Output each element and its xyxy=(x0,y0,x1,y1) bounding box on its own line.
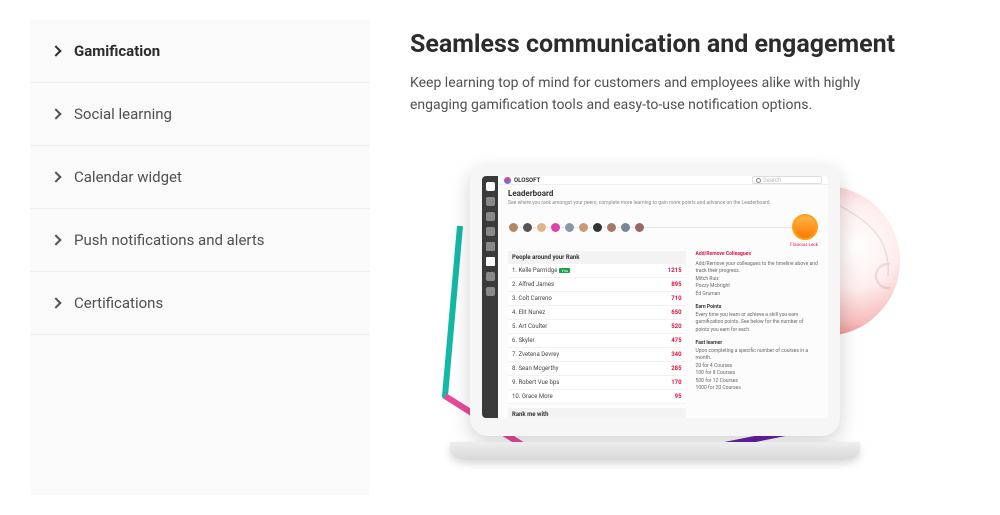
leaderboard-avatar-strip xyxy=(508,214,818,240)
sidebar-item-label: Calendar widget xyxy=(74,168,182,186)
sidebar-item-label: Gamification xyxy=(74,42,160,60)
table-row[interactable]: 4. Elit Nunez 650 xyxy=(508,306,686,320)
logo-mark-icon xyxy=(504,177,511,184)
rank-name: 4. Elit Nunez xyxy=(512,309,545,316)
rail-leaderboard-icon[interactable] xyxy=(486,257,495,266)
avatar[interactable] xyxy=(578,222,589,233)
points-value: 95 xyxy=(675,393,682,400)
table-row[interactable]: 3. Colt Carreno 710 xyxy=(508,292,686,306)
laptop-base xyxy=(450,442,860,460)
avatar[interactable] xyxy=(522,222,533,233)
table-header: People around your Rank xyxy=(508,251,686,264)
brand-logo: OLOSOFT xyxy=(504,177,540,184)
you-badge: You xyxy=(559,268,570,273)
avatar[interactable] xyxy=(634,222,645,233)
points-value: 520 xyxy=(671,323,681,330)
sidebar-item-label: Push notifications and alerts xyxy=(74,231,265,249)
table-row[interactable]: 2. Alfred James 895 xyxy=(508,278,686,292)
app-nav-rail xyxy=(482,176,498,418)
rail-refresh-icon[interactable] xyxy=(486,227,495,236)
rank-name: 10. Grace More xyxy=(512,393,553,400)
points-value: 475 xyxy=(671,337,681,344)
sidebar-item-label: Certifications xyxy=(74,294,163,312)
avatar[interactable] xyxy=(592,222,603,233)
rank-name: 6. Skyler xyxy=(512,337,535,344)
avatar[interactable] xyxy=(620,222,631,233)
search-placeholder: Search xyxy=(763,177,781,184)
chevron-right-icon xyxy=(50,45,61,56)
sidebar-item-gamification[interactable]: Gamification xyxy=(30,20,370,83)
table-row[interactable]: 9. Robert Vue bps 170 xyxy=(508,376,686,390)
avatar[interactable] xyxy=(550,222,561,233)
page-title: Leaderboard xyxy=(508,189,818,198)
table-row[interactable]: 10. Grace More 95 xyxy=(508,390,686,404)
rank-name: 2. Alfred James xyxy=(512,281,554,288)
side-info-panel: Add/Remove Colleagues Add/Remove your co… xyxy=(696,251,818,418)
avatar[interactable] xyxy=(606,222,617,233)
section-headline: Seamless communication and engagement xyxy=(410,30,970,59)
chevron-right-icon xyxy=(50,171,61,182)
avatar[interactable] xyxy=(536,222,547,233)
rank-name: 9. Robert Vue bps xyxy=(512,379,559,386)
earn-points-title: Earn Points xyxy=(696,304,818,312)
avatar[interactable] xyxy=(508,222,519,233)
points-value: 170 xyxy=(671,379,681,386)
sidebar-item-push-notifications[interactable]: Push notifications and alerts xyxy=(30,209,370,272)
table-row[interactable]: 1. Kelle ParrridgeYou 1215 xyxy=(508,264,686,278)
sidebar-item-certifications[interactable]: Certifications xyxy=(30,272,370,335)
rank-name: 7. Zvetena Devrey xyxy=(512,351,559,358)
sidebar-item-label: Social learning xyxy=(74,105,172,123)
avatar[interactable] xyxy=(564,222,575,233)
table-row[interactable]: 6. Skyler 475 xyxy=(508,334,686,348)
points-value: 710 xyxy=(671,295,681,302)
points-value: 650 xyxy=(671,309,681,316)
ranking-table: People around your Rank 1. Kelle Parrrid… xyxy=(508,251,686,418)
points-value: 340 xyxy=(671,351,681,358)
rank-name: 5. Art Coulter xyxy=(512,323,547,330)
laptop-device: OLOSOFT Search Leaderboard See where you… xyxy=(470,166,840,436)
fast-learner-title: Fast learner xyxy=(696,340,818,348)
table-row[interactable]: 8. Sean Mcgerthy 285 xyxy=(508,362,686,376)
points-value: 895 xyxy=(671,281,681,288)
chevron-right-icon xyxy=(50,234,61,245)
rail-catalog-icon[interactable] xyxy=(486,212,495,221)
current-user-name: Francois Leck xyxy=(508,243,818,248)
rail-badges-icon[interactable] xyxy=(486,272,495,281)
app-top-bar: OLOSOFT Search xyxy=(498,176,828,185)
rail-mail-icon[interactable] xyxy=(486,197,495,206)
search-input[interactable]: Search xyxy=(752,176,822,184)
app-screenshot: OLOSOFT Search Leaderboard See where you… xyxy=(482,176,828,418)
table-row[interactable]: 7. Zvetena Devrey 340 xyxy=(508,348,686,362)
content-area: Seamless communication and engagement Ke… xyxy=(410,20,970,495)
page-subtitle: See where you rank amongst your peers, c… xyxy=(508,200,818,206)
rank-name: 8. Sean Mcgerthy xyxy=(512,365,558,372)
brand-name: OLOSOFT xyxy=(514,177,540,184)
feature-tabs: Gamification Social learning Calendar wi… xyxy=(30,20,370,495)
rank-me-header: Rank me with xyxy=(508,408,686,418)
search-icon xyxy=(756,178,761,183)
points-value: 1215 xyxy=(668,267,682,274)
rank-name: 1. Kelle ParrridgeYou xyxy=(512,267,570,274)
table-row[interactable]: 5. Art Coulter 520 xyxy=(508,320,686,334)
chevron-right-icon xyxy=(50,297,61,308)
current-user-avatar[interactable] xyxy=(792,214,818,240)
rail-social-icon[interactable] xyxy=(486,287,495,296)
rail-skills-icon[interactable] xyxy=(486,242,495,251)
hero-illustration: OLOSOFT Search Leaderboard See where you… xyxy=(410,146,890,456)
sidebar-item-social-learning[interactable]: Social learning xyxy=(30,83,370,146)
add-colleagues-link[interactable]: Add/Remove Colleagues xyxy=(696,251,818,259)
rail-home-icon[interactable] xyxy=(486,182,495,191)
section-subtext: Keep learning top of mind for customers … xyxy=(410,73,890,116)
sidebar-item-calendar-widget[interactable]: Calendar widget xyxy=(30,146,370,209)
chevron-right-icon xyxy=(50,108,61,119)
rank-name: 3. Colt Carreno xyxy=(512,295,552,302)
points-value: 285 xyxy=(671,365,681,372)
